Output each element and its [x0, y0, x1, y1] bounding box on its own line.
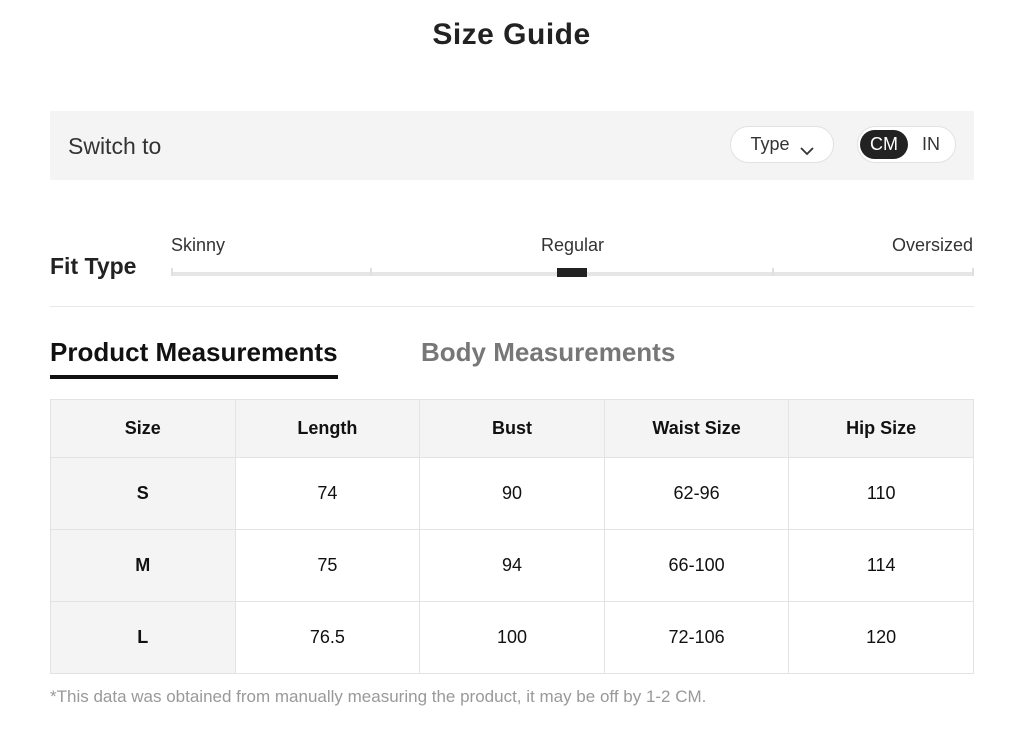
size-table: Size Length Bust Waist Size Hip Size S 7… [50, 399, 974, 674]
unit-cm-button[interactable]: CM [860, 130, 908, 159]
type-dropdown-label: Type [750, 134, 790, 154]
fit-label-oversized: Oversized [891, 235, 973, 255]
tab-body-measurements[interactable]: Body Measurements [421, 337, 675, 368]
tab-product-measurements[interactable]: Product Measurements [50, 337, 338, 379]
table-cell: 74 [234, 457, 421, 530]
chevron-down-icon [799, 140, 814, 155]
column-header: Size [50, 399, 236, 458]
table-header-row: Size Length Bust Waist Size Hip Size [50, 399, 974, 458]
fit-tick [171, 268, 173, 276]
unit-in-button[interactable]: IN [911, 130, 951, 159]
table-row: L 76.5 100 72-106 120 [50, 601, 974, 674]
table-row: M 75 94 66-100 114 [50, 529, 974, 602]
fit-type-heading: Fit Type [50, 253, 137, 279]
measurement-footnote: *This data was obtained from manually me… [50, 687, 707, 706]
table-cell: 94 [419, 529, 605, 602]
table-cell: 114 [788, 529, 974, 602]
table-cell: 62-96 [603, 457, 790, 530]
table-cell: 75 [234, 529, 421, 602]
fit-tick [370, 268, 372, 276]
type-dropdown[interactable]: Type [730, 126, 834, 163]
table-cell: 110 [788, 457, 974, 530]
fit-label-skinny: Skinny [171, 235, 226, 255]
column-header: Bust [419, 399, 605, 458]
column-header: Waist Size [603, 399, 790, 458]
size-cell: M [50, 529, 236, 602]
size-cell: L [50, 601, 236, 674]
unit-toggle: CM IN [857, 126, 956, 163]
table-cell: 100 [419, 601, 605, 674]
column-header: Length [234, 399, 421, 458]
table-cell: 90 [419, 457, 605, 530]
table-cell: 76.5 [234, 601, 421, 674]
fit-tick [972, 268, 974, 276]
fit-tick [772, 268, 774, 276]
fit-type-marker [557, 268, 587, 277]
table-row: S 74 90 62-96 110 [50, 457, 974, 530]
size-cell: S [50, 457, 236, 530]
page-title: Size Guide [432, 18, 591, 51]
table-cell: 66-100 [603, 529, 790, 602]
switch-label: Switch to [68, 133, 162, 159]
switch-bar: Switch to Type CM IN [50, 111, 974, 180]
table-cell: 120 [788, 601, 974, 674]
column-header: Hip Size [788, 399, 974, 458]
fit-type-scale [171, 268, 974, 277]
divider [50, 306, 974, 307]
fit-label-regular: Regular [541, 235, 605, 255]
table-cell: 72-106 [603, 601, 790, 674]
size-guide-page: Size Guide Switch to Type CM IN Fit Type… [0, 0, 1023, 732]
